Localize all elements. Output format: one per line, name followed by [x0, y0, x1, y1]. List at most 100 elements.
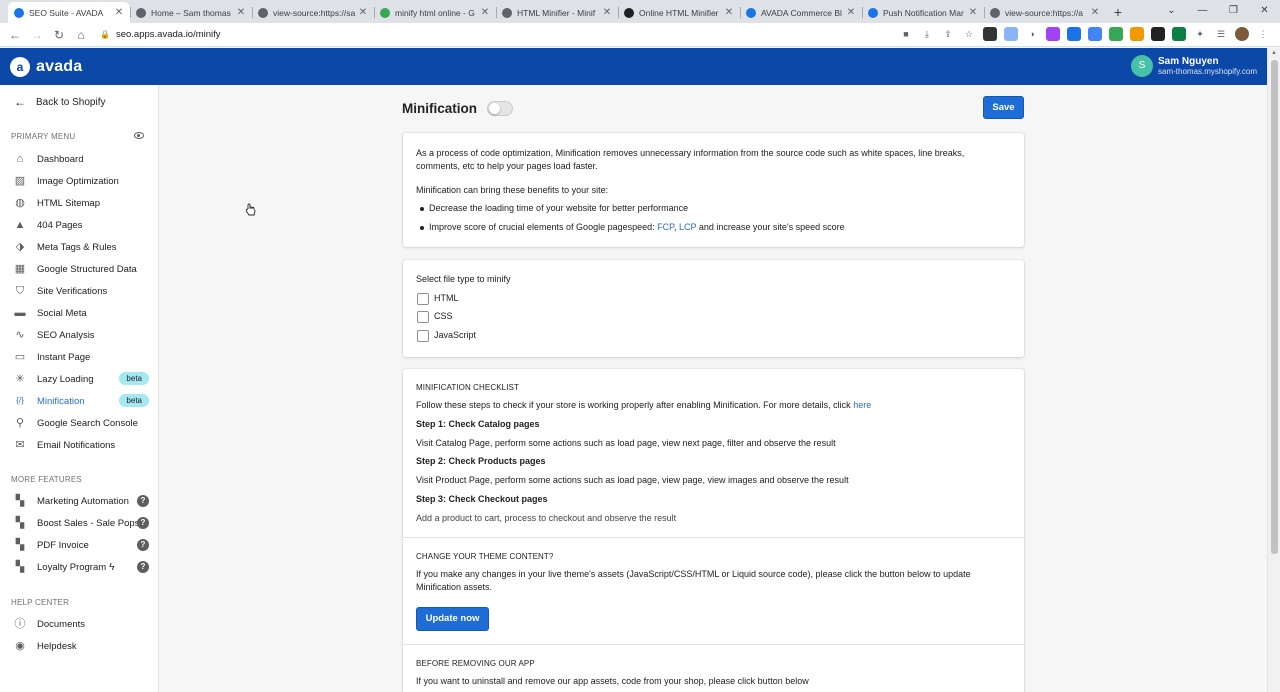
avada-logo-icon: a — [10, 56, 30, 77]
browser-tab[interactable]: view-source:https://sa ✕ — [252, 2, 374, 23]
extension-8-icon[interactable] — [1130, 27, 1144, 41]
tab-close-icon[interactable]: ✕ — [724, 7, 734, 18]
update-now-button[interactable]: Update now — [416, 607, 489, 631]
sidebar-item-site-verifications[interactable]: ⛉ Site Verifications — [0, 280, 159, 302]
sidebar-item-404-pages[interactable]: ▲ 404 Pages — [0, 214, 159, 236]
tab-close-icon[interactable]: ✕ — [358, 7, 368, 18]
tab-close-icon[interactable]: ✕ — [602, 7, 612, 18]
question-icon[interactable]: ? — [137, 561, 149, 573]
reading-list-icon[interactable]: ☰ — [1214, 27, 1228, 41]
tab-close-icon[interactable]: ✕ — [114, 7, 124, 18]
sidebar-item-loyalty-program[interactable]: ▚ Loyalty Program ϟ? — [0, 556, 159, 578]
javascript-checkbox-label[interactable]: JavaScript — [434, 330, 476, 340]
profile-icon[interactable] — [1235, 27, 1249, 41]
sidebar-item-helpdesk[interactable]: ◉ Helpdesk — [0, 635, 159, 657]
minimize-icon[interactable]: — — [1187, 0, 1218, 23]
reload-icon[interactable]: ↻ — [48, 28, 70, 42]
sidebar-item-pdf-invoice[interactable]: ▚ PDF Invoice? — [0, 534, 159, 556]
browser-tab[interactable]: HTML Minifier - Minif ✕ — [496, 2, 618, 23]
extension-4-icon[interactable] — [1046, 27, 1060, 41]
extension-7-icon[interactable] — [1109, 27, 1123, 41]
tag-icon: ⬗ — [15, 241, 25, 253]
restore-icon[interactable]: ❐ — [1218, 0, 1249, 23]
url-field[interactable]: 🔒 seo.apps.avada.io/minify — [100, 29, 221, 40]
sidebar-item-google-search-console[interactable]: ⚲ Google Search Console — [0, 412, 159, 434]
minification-toggle[interactable] — [487, 101, 513, 116]
eye-icon[interactable] — [134, 132, 144, 139]
browser-tab[interactable]: Push Notification Mar ✕ — [862, 2, 984, 23]
sidebar-item-marketing-automation[interactable]: ▚ Marketing Automation? — [0, 490, 159, 512]
tab-close-icon[interactable]: ✕ — [1090, 7, 1100, 18]
here-link[interactable]: here — [853, 400, 871, 410]
browser-menu-icon[interactable]: ⋮ — [1256, 27, 1270, 41]
sidebar-item-seo-analysis[interactable]: ∿ SEO Analysis — [0, 324, 159, 346]
sidebar-item-boost-sales-sale-pops[interactable]: ▚ Boost Sales - Sale Pops? — [0, 512, 159, 534]
browser-tab[interactable]: Home – Sam thomas ✕ — [130, 2, 252, 23]
browser-tab[interactable]: Online HTML Minifier ✕ — [618, 2, 740, 23]
sidebar-item-documents[interactable]: ⓘ Documents — [0, 613, 159, 635]
back-icon[interactable]: ← — [4, 28, 26, 42]
share-icon[interactable]: ⇪ — [941, 27, 955, 41]
extension-3-icon[interactable]: ◑ — [1025, 27, 1039, 41]
sidebar-item-dashboard[interactable]: ⌂ Dashboard — [0, 148, 159, 170]
back-to-shopify-link[interactable]: ← Back to Shopify — [14, 95, 105, 109]
browser-tab[interactable]: minify html online - G ✕ — [374, 2, 496, 23]
sidebar-item-meta-tags-rules[interactable]: ⬗ Meta Tags & Rules — [0, 236, 159, 258]
install-icon[interactable]: ⤓ — [920, 27, 934, 41]
user-menu[interactable]: S Sam Nguyen sam-thomas.myshopify.com — [1131, 55, 1257, 77]
sidebar-item-social-meta[interactable]: ▬ Social Meta — [0, 302, 159, 324]
sidebar-item-image-optimization[interactable]: ▨ Image Optimization — [0, 170, 159, 192]
html-checkbox-label[interactable]: HTML — [434, 293, 459, 303]
extension-6-icon[interactable] — [1088, 27, 1102, 41]
page-scrollbar[interactable]: ▲ — [1267, 48, 1280, 692]
extension-5-icon[interactable] — [1067, 27, 1081, 41]
sidebar-item-minification[interactable]: {/} Minification beta — [0, 390, 159, 412]
checklist-card: MINIFICATION CHECKLIST Follow these step… — [403, 369, 1024, 692]
tab-close-icon[interactable]: ✕ — [236, 7, 246, 18]
home-page-icon[interactable]: ⌂ — [70, 28, 92, 42]
css-checkbox[interactable] — [417, 311, 429, 323]
browser-tab[interactable]: SEO Suite - AVADA ✕ — [8, 2, 130, 23]
new-tab-icon[interactable]: + — [1106, 2, 1130, 23]
beta-badge: beta — [119, 394, 149, 407]
checklist-intro-text: Follow these steps to check if your stor… — [416, 400, 854, 410]
window-dropdown-icon[interactable]: ⌄ — [1156, 0, 1187, 23]
scroll-up-icon[interactable]: ▲ — [1271, 50, 1277, 56]
browser-tab[interactable]: AVADA Commerce Bl ✕ — [740, 2, 862, 23]
bookmark-star-icon[interactable]: ☆ — [962, 27, 976, 41]
spinner-icon: ✳ — [15, 373, 25, 385]
scrollbar-thumb[interactable] — [1271, 60, 1278, 554]
tab-close-icon[interactable]: ✕ — [480, 7, 490, 18]
question-icon[interactable]: ? — [137, 517, 149, 529]
sidebar-item-google-structured-data[interactable]: ▦ Google Structured Data — [0, 258, 159, 280]
question-icon[interactable]: ? — [137, 495, 149, 507]
extension-10-icon[interactable] — [1172, 27, 1186, 41]
window-controls: ⌄ — ❐ ✕ — [1156, 0, 1280, 23]
sidebar-item-instant-page[interactable]: ▭ Instant Page — [0, 346, 159, 368]
sidebar-item-email-notifications[interactable]: ✉ Email Notifications — [0, 434, 159, 456]
extension-9-icon[interactable] — [1151, 27, 1165, 41]
save-button[interactable]: Save — [983, 96, 1024, 119]
sidebar-item-html-sitemap[interactable]: ◍ HTML Sitemap — [0, 192, 159, 214]
sidebar-item-lazy-loading[interactable]: ✳ Lazy Loading beta — [0, 368, 159, 390]
javascript-checkbox[interactable] — [417, 330, 429, 342]
shield-icon: ⛉ — [15, 285, 25, 297]
extensions-puzzle-icon[interactable]: ✦ — [1193, 27, 1207, 41]
html-checkbox[interactable] — [417, 293, 429, 305]
step2-text: Visit Product Page, perform some actions… — [416, 475, 849, 485]
extension-1-icon[interactable] — [983, 27, 997, 41]
extension-2-icon[interactable] — [1004, 27, 1018, 41]
camera-icon[interactable]: ■ — [899, 27, 913, 41]
lcp-link[interactable]: LCP — [679, 222, 696, 232]
browser-tab[interactable]: view-source:https://a ✕ — [984, 2, 1106, 23]
forward-icon[interactable]: → — [26, 28, 48, 42]
tab-close-icon[interactable]: ✕ — [846, 7, 856, 18]
avada-logo[interactable]: a avada — [10, 56, 82, 77]
chat-icon: ▬ — [14, 307, 26, 319]
question-icon[interactable]: ? — [137, 539, 149, 551]
home-icon: ⌂ — [16, 153, 24, 165]
css-checkbox-label[interactable]: CSS — [434, 311, 453, 321]
close-window-icon[interactable]: ✕ — [1249, 0, 1280, 23]
tab-close-icon[interactable]: ✕ — [968, 7, 978, 18]
fcp-link[interactable]: FCP — [657, 222, 674, 232]
